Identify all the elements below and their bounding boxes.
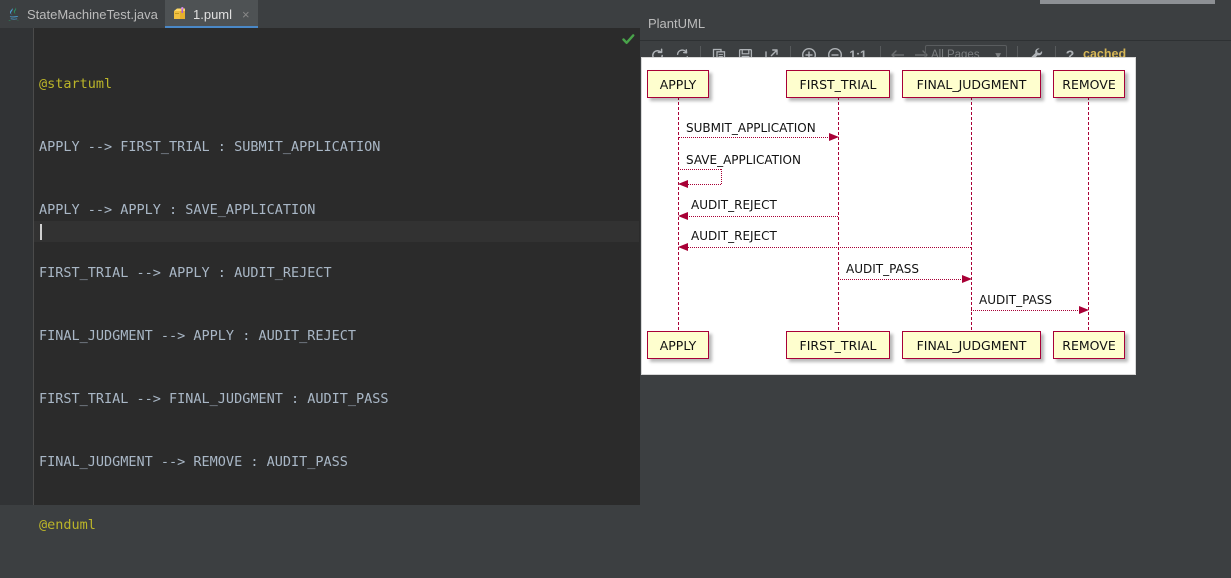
message-line-save-application-vertical: [721, 169, 722, 184]
code-line: FIRST_TRIAL --> FINAL_JUDGMENT : AUDIT_P…: [39, 391, 389, 407]
code-line: FINAL_JUDGMENT --> APPLY : AUDIT_REJECT: [39, 328, 356, 344]
source-code: @startuml APPLY --> FIRST_TRIAL : SUBMIT…: [39, 32, 389, 578]
tab-statemachinetest-java[interactable]: StateMachineTest.java ×: [0, 0, 183, 28]
tab-label: StateMachineTest.java: [27, 6, 158, 22]
plantuml-panel: PlantUML 1:1 All Pages ▾ ? cached APPLY …: [640, 8, 1231, 505]
participant-label: REMOVE: [1062, 337, 1116, 353]
message-line-audit-pass-2: [971, 310, 1080, 311]
gutter-divider: [33, 28, 34, 505]
participant-label: APPLY: [659, 337, 697, 353]
message-line-submit-application: [678, 137, 830, 138]
arrow-head-right: [1079, 305, 1089, 314]
participant-box-top-apply[interactable]: APPLY: [647, 70, 709, 98]
code-line: APPLY --> FIRST_TRIAL : SUBMIT_APPLICATI…: [39, 139, 381, 155]
participant-box-top-first-trial[interactable]: FIRST_TRIAL: [786, 70, 890, 98]
message-label-audit-pass-1: AUDIT_PASS: [846, 262, 920, 276]
editor-gutter[interactable]: [0, 28, 33, 505]
code-line: APPLY --> APPLY : SAVE_APPLICATION: [39, 202, 316, 218]
participant-label: REMOVE: [1062, 76, 1116, 92]
editor-pane: StateMachineTest.java × 1.puml ×: [0, 0, 640, 533]
editor-text-area[interactable]: @startuml APPLY --> FIRST_TRIAL : SUBMIT…: [0, 28, 640, 533]
message-label-submit-application: SUBMIT_APPLICATION: [686, 121, 816, 135]
participant-box-bottom-final-judgment[interactable]: FINAL_JUDGMENT: [902, 331, 1041, 359]
top-scrollbar-strip[interactable]: [1040, 0, 1215, 4]
tab-close-icon[interactable]: ×: [242, 8, 250, 21]
participant-box-top-final-judgment[interactable]: FINAL_JUDGMENT: [902, 70, 1041, 98]
java-file-icon: [8, 7, 21, 22]
lifeline-final-judgment: [971, 97, 972, 335]
puml-file-icon: [173, 7, 187, 21]
code-line: FIRST_TRIAL --> APPLY : AUDIT_REJECT: [39, 265, 332, 281]
code-line: @enduml: [39, 517, 96, 533]
message-line-save-application-bottom: [687, 184, 721, 185]
application-window: StateMachineTest.java × 1.puml ×: [0, 0, 1231, 533]
diagram-canvas[interactable]: APPLY FIRST_TRIAL FINAL_JUDGMENT REMOVE …: [641, 57, 1136, 375]
arrow-head-left: [678, 179, 688, 188]
message-label-audit-pass-2: AUDIT_PASS: [979, 293, 1053, 307]
editor-tabbar: StateMachineTest.java × 1.puml ×: [0, 0, 640, 28]
message-line-audit-reject-1: [687, 216, 838, 217]
participant-label: FIRST_TRIAL: [799, 76, 877, 92]
participant-box-bottom-remove[interactable]: REMOVE: [1053, 331, 1125, 359]
tab-1-puml[interactable]: 1.puml ×: [165, 0, 258, 28]
message-line-audit-reject-2: [687, 247, 971, 248]
code-line: @startuml: [39, 76, 113, 92]
participant-box-bottom-apply[interactable]: APPLY: [647, 331, 709, 359]
lifeline-remove: [1088, 97, 1089, 335]
tab-label: 1.puml: [193, 6, 233, 22]
message-label-save-application: SAVE_APPLICATION: [686, 153, 801, 167]
message-line-audit-pass-1: [838, 279, 963, 280]
arrow-head-left: [678, 242, 688, 251]
participant-label: FINAL_JUDGMENT: [916, 76, 1027, 92]
participant-box-top-remove[interactable]: REMOVE: [1053, 70, 1125, 98]
arrow-head-right: [829, 132, 839, 141]
green-checkmark-icon[interactable]: [622, 33, 635, 46]
arrow-head-left: [678, 211, 688, 220]
message-line-save-application-top: [678, 169, 721, 170]
participant-label: FINAL_JUDGMENT: [916, 337, 1027, 353]
message-label-audit-reject-1: AUDIT_REJECT: [691, 198, 777, 212]
plantuml-panel-title: PlantUML: [648, 16, 706, 31]
code-line: FINAL_JUDGMENT --> REMOVE : AUDIT_PASS: [39, 454, 348, 470]
arrow-head-right: [962, 274, 972, 283]
participant-label: APPLY: [659, 76, 697, 92]
message-label-audit-reject-2: AUDIT_REJECT: [691, 229, 777, 243]
participant-box-bottom-first-trial[interactable]: FIRST_TRIAL: [786, 331, 890, 359]
participant-label: FIRST_TRIAL: [799, 337, 877, 353]
